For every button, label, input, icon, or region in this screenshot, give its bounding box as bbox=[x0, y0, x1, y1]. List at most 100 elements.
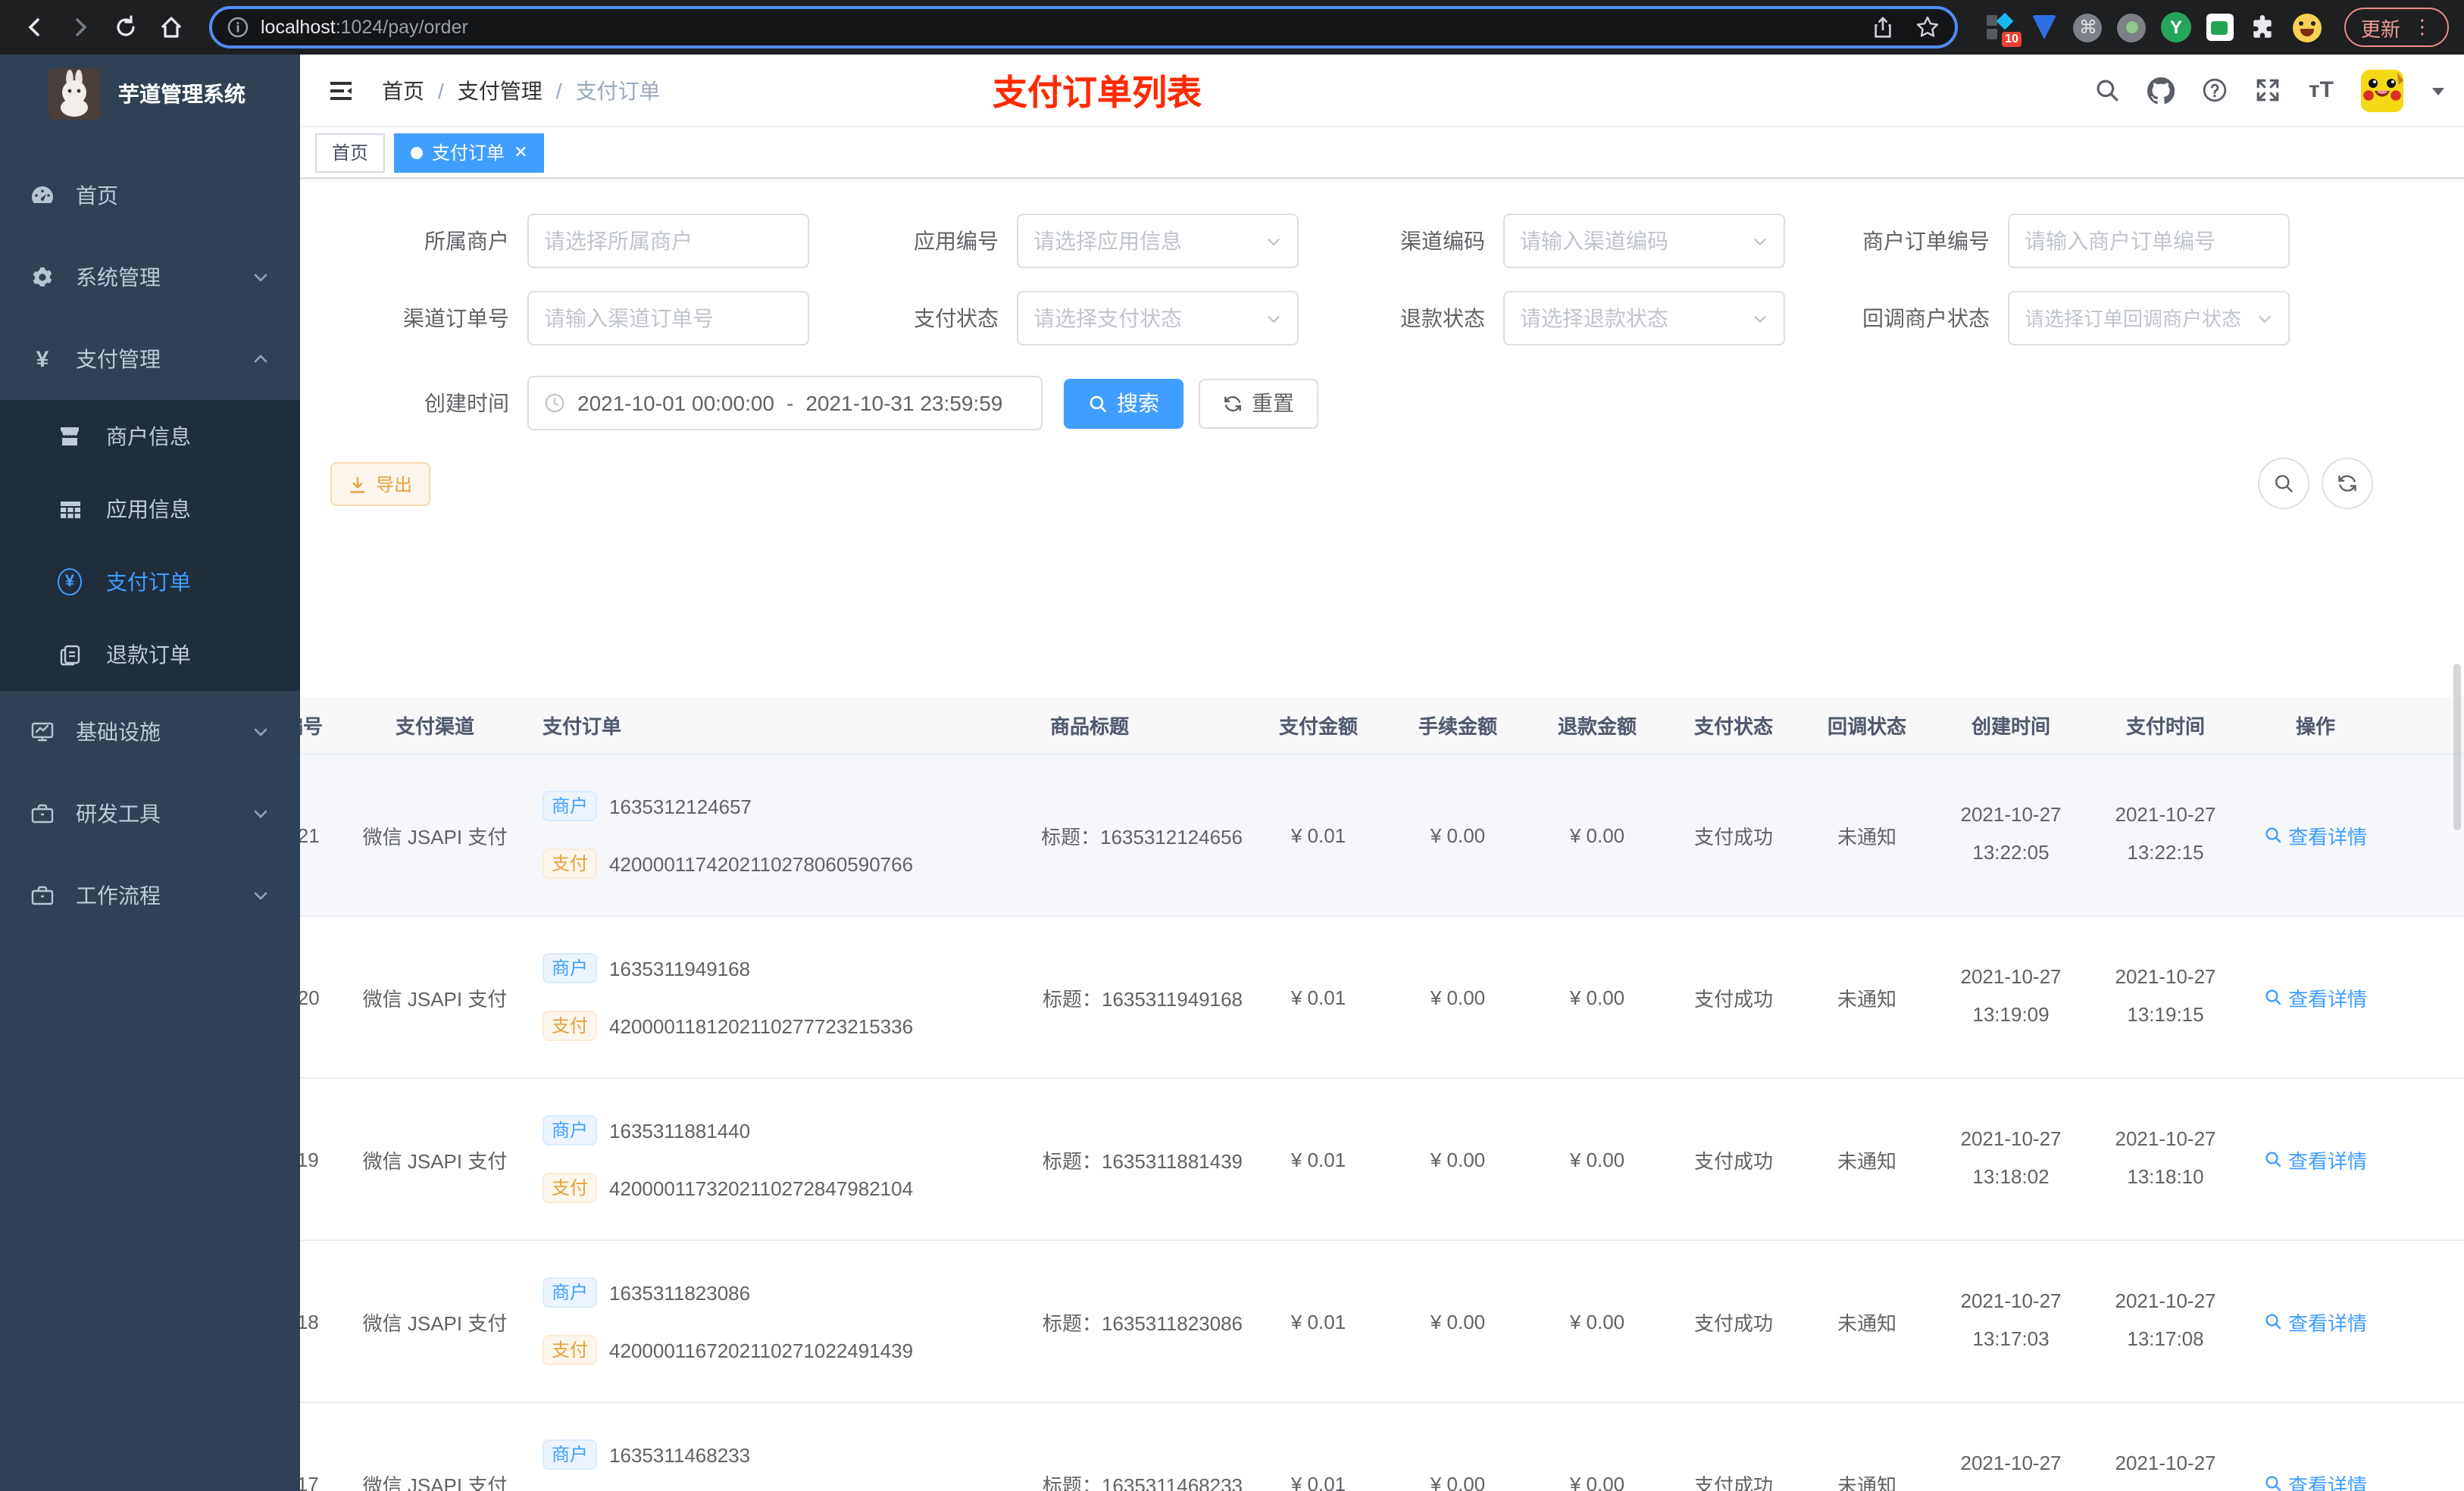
help-icon[interactable] bbox=[2203, 77, 2228, 103]
reload-icon[interactable] bbox=[106, 8, 145, 47]
address-bar[interactable]: localhost:1024/pay/order bbox=[209, 6, 1958, 48]
view-detail-link[interactable]: 查看详情 bbox=[2264, 1469, 2367, 1491]
cell-fee-amount: ¥ 0.00 bbox=[1430, 986, 1486, 1008]
merchant-order-input[interactable] bbox=[2008, 214, 2290, 268]
sidebar-item-workflow[interactable]: 工作流程 bbox=[0, 855, 300, 936]
breadcrumb-home[interactable]: 首页 bbox=[382, 75, 424, 105]
app-header: 首页 / 支付管理 / 支付订单 支付订单列表 ᴛT bbox=[300, 55, 2464, 127]
cell-paid: 2021-10-27 13:19:15 bbox=[2115, 965, 2216, 1026]
sidebar-item-app-info[interactable]: 应用信息 bbox=[0, 473, 300, 545]
sidebar-item-payment[interactable]: ¥ 支付管理 bbox=[0, 318, 300, 400]
avatar[interactable] bbox=[2361, 69, 2403, 111]
cell-id: 119 bbox=[300, 1148, 319, 1171]
pay-status-label: 支付状态 bbox=[914, 306, 999, 330]
extensions-puzzle-icon[interactable] bbox=[2249, 12, 2279, 42]
breadcrumb-pay-manage[interactable]: 支付管理 bbox=[458, 75, 543, 105]
close-tab-icon[interactable]: ✕ bbox=[514, 142, 527, 162]
table-row: 120 微信 JSAPI 支付 商户 1635311949168 支付 bbox=[300, 917, 2464, 1079]
back-icon[interactable] bbox=[15, 8, 55, 47]
sidebar-item-system[interactable]: 系统管理 bbox=[0, 236, 300, 318]
extension-meeting-icon[interactable] bbox=[2205, 12, 2235, 42]
browser-update-button[interactable]: 更新 ⋮ bbox=[2344, 8, 2449, 47]
chevron-down-icon bbox=[2256, 310, 2273, 327]
extension-command-icon[interactable]: ⌘ bbox=[2073, 12, 2103, 42]
sidebar-collapse-icon[interactable] bbox=[318, 67, 364, 113]
app-label: 应用编号 bbox=[914, 229, 999, 253]
refresh-button[interactable] bbox=[2322, 458, 2373, 509]
extension-grid-icon[interactable]: 10 bbox=[1985, 12, 2022, 47]
refund-status-select[interactable] bbox=[1503, 291, 1785, 345]
scrollbar-thumb[interactable] bbox=[2453, 664, 2461, 830]
channel-order-input[interactable] bbox=[527, 291, 809, 345]
toggle-search-button[interactable] bbox=[2258, 458, 2309, 509]
sidebar-item-home[interactable]: 首页 bbox=[0, 155, 300, 236]
merchant-order-no: 1635311468233 bbox=[609, 1443, 751, 1466]
view-detail-link[interactable]: 查看详情 bbox=[2264, 1307, 2367, 1336]
merchant-order-no: 1635311881440 bbox=[609, 1119, 751, 1142]
cell-refund-amount: ¥ 0.00 bbox=[1569, 1472, 1625, 1491]
view-detail-link[interactable]: 查看详情 bbox=[2264, 1145, 2367, 1174]
cell-created: 2021-10-27 13:22:05 bbox=[1960, 803, 2062, 864]
documents-icon bbox=[58, 643, 82, 666]
view-detail-link[interactable]: 查看详情 bbox=[2264, 821, 2367, 849]
channel-code-label: 渠道编码 bbox=[1400, 229, 1485, 253]
clock-icon bbox=[544, 392, 565, 414]
cell-notify-status: 未通知 bbox=[1837, 1474, 1896, 1491]
tab-home[interactable]: 首页 bbox=[315, 133, 386, 172]
cell-pay-amount: ¥ 0.01 bbox=[1290, 986, 1346, 1008]
table-row: 118 微信 JSAPI 支付 商户 1635311823086 支付 bbox=[300, 1241, 2464, 1403]
cell-refund-amount: ¥ 0.00 bbox=[1569, 1310, 1625, 1333]
home-icon[interactable] bbox=[152, 8, 191, 47]
url-text[interactable]: localhost:1024/pay/order bbox=[261, 17, 1859, 38]
search-button[interactable]: 搜索 bbox=[1064, 378, 1184, 428]
col-pay-amount: 支付金额 bbox=[1278, 715, 1358, 738]
refund-status-label: 退款状态 bbox=[1400, 306, 1485, 330]
search-icon[interactable] bbox=[2095, 77, 2121, 103]
briefcase-icon bbox=[30, 883, 55, 908]
pay-status-select[interactable] bbox=[1017, 291, 1299, 345]
merchant-order-label: 商户订单编号 bbox=[1862, 229, 1990, 253]
fullscreen-icon[interactable] bbox=[2256, 77, 2281, 103]
extension-emoji-icon[interactable] bbox=[2293, 12, 2323, 42]
sidebar-item-dev-tools[interactable]: 研发工具 bbox=[0, 773, 300, 855]
app-select[interactable] bbox=[1017, 214, 1299, 268]
cell-pay-order: 商户 1635311949168 支付 42000011812021102777… bbox=[524, 953, 930, 1041]
cell-pay-order: 商户 1635311468233 支付 42000011942021102767… bbox=[524, 1439, 930, 1491]
reset-button[interactable]: 重置 bbox=[1199, 378, 1318, 428]
notify-status-select[interactable] bbox=[2008, 291, 2290, 345]
bookmark-star-icon[interactable] bbox=[1915, 15, 1940, 39]
view-detail-link[interactable]: 查看详情 bbox=[2264, 983, 2367, 1011]
merchant-select[interactable] bbox=[527, 214, 809, 268]
sidebar-item-merchant-info[interactable]: 商户信息 bbox=[0, 400, 300, 473]
dashboard-icon bbox=[30, 183, 55, 208]
sidebar-item-pay-order[interactable]: ¥ 支付订单 bbox=[0, 545, 300, 618]
merchant-order-no: 1635311823086 bbox=[609, 1281, 751, 1304]
chevron-down-icon bbox=[1265, 310, 1282, 327]
sidebar-item-refund-order[interactable]: 退款订单 bbox=[0, 618, 300, 691]
merchant-badge: 商户 bbox=[543, 791, 598, 821]
pay-badge: 支付 bbox=[543, 1335, 598, 1365]
forward-icon[interactable] bbox=[61, 8, 100, 47]
browser-menu-icon[interactable]: ⋮ bbox=[2412, 15, 2432, 39]
col-pay-order: 支付订单 bbox=[543, 715, 622, 738]
pay-badge: 支付 bbox=[543, 1011, 598, 1041]
cell-pay-status: 支付成功 bbox=[1693, 987, 1773, 1010]
export-button[interactable]: 导出 bbox=[330, 462, 431, 506]
cell-pay-amount: ¥ 0.01 bbox=[1290, 1472, 1346, 1491]
github-icon[interactable] bbox=[2148, 77, 2175, 104]
cell-paid: 2021-10-27 13:18:10 bbox=[2115, 1127, 2216, 1188]
caret-down-icon[interactable] bbox=[2431, 83, 2446, 98]
tab-pay-order[interactable]: 支付订单 ✕ bbox=[394, 133, 545, 172]
extension-kite-icon[interactable] bbox=[2029, 12, 2059, 42]
extension-y-icon[interactable]: Y bbox=[2160, 12, 2191, 42]
site-info-icon[interactable] bbox=[227, 17, 249, 38]
share-icon[interactable] bbox=[1871, 16, 1894, 39]
app-logo bbox=[48, 68, 100, 120]
extension-record-icon[interactable] bbox=[2117, 12, 2147, 42]
create-time-range-picker[interactable]: 2021-10-01 00:00:00 - 2021-10-31 23:59:5… bbox=[527, 376, 1043, 430]
cell-paid: 2021-10-27 13:17:08 bbox=[2115, 1289, 2216, 1350]
font-size-icon[interactable]: ᴛT bbox=[2309, 77, 2334, 103]
cell-notify-status: 未通知 bbox=[1837, 825, 1896, 848]
channel-code-select[interactable] bbox=[1503, 214, 1785, 268]
sidebar-item-infrastructure[interactable]: 基础设施 bbox=[0, 691, 300, 773]
